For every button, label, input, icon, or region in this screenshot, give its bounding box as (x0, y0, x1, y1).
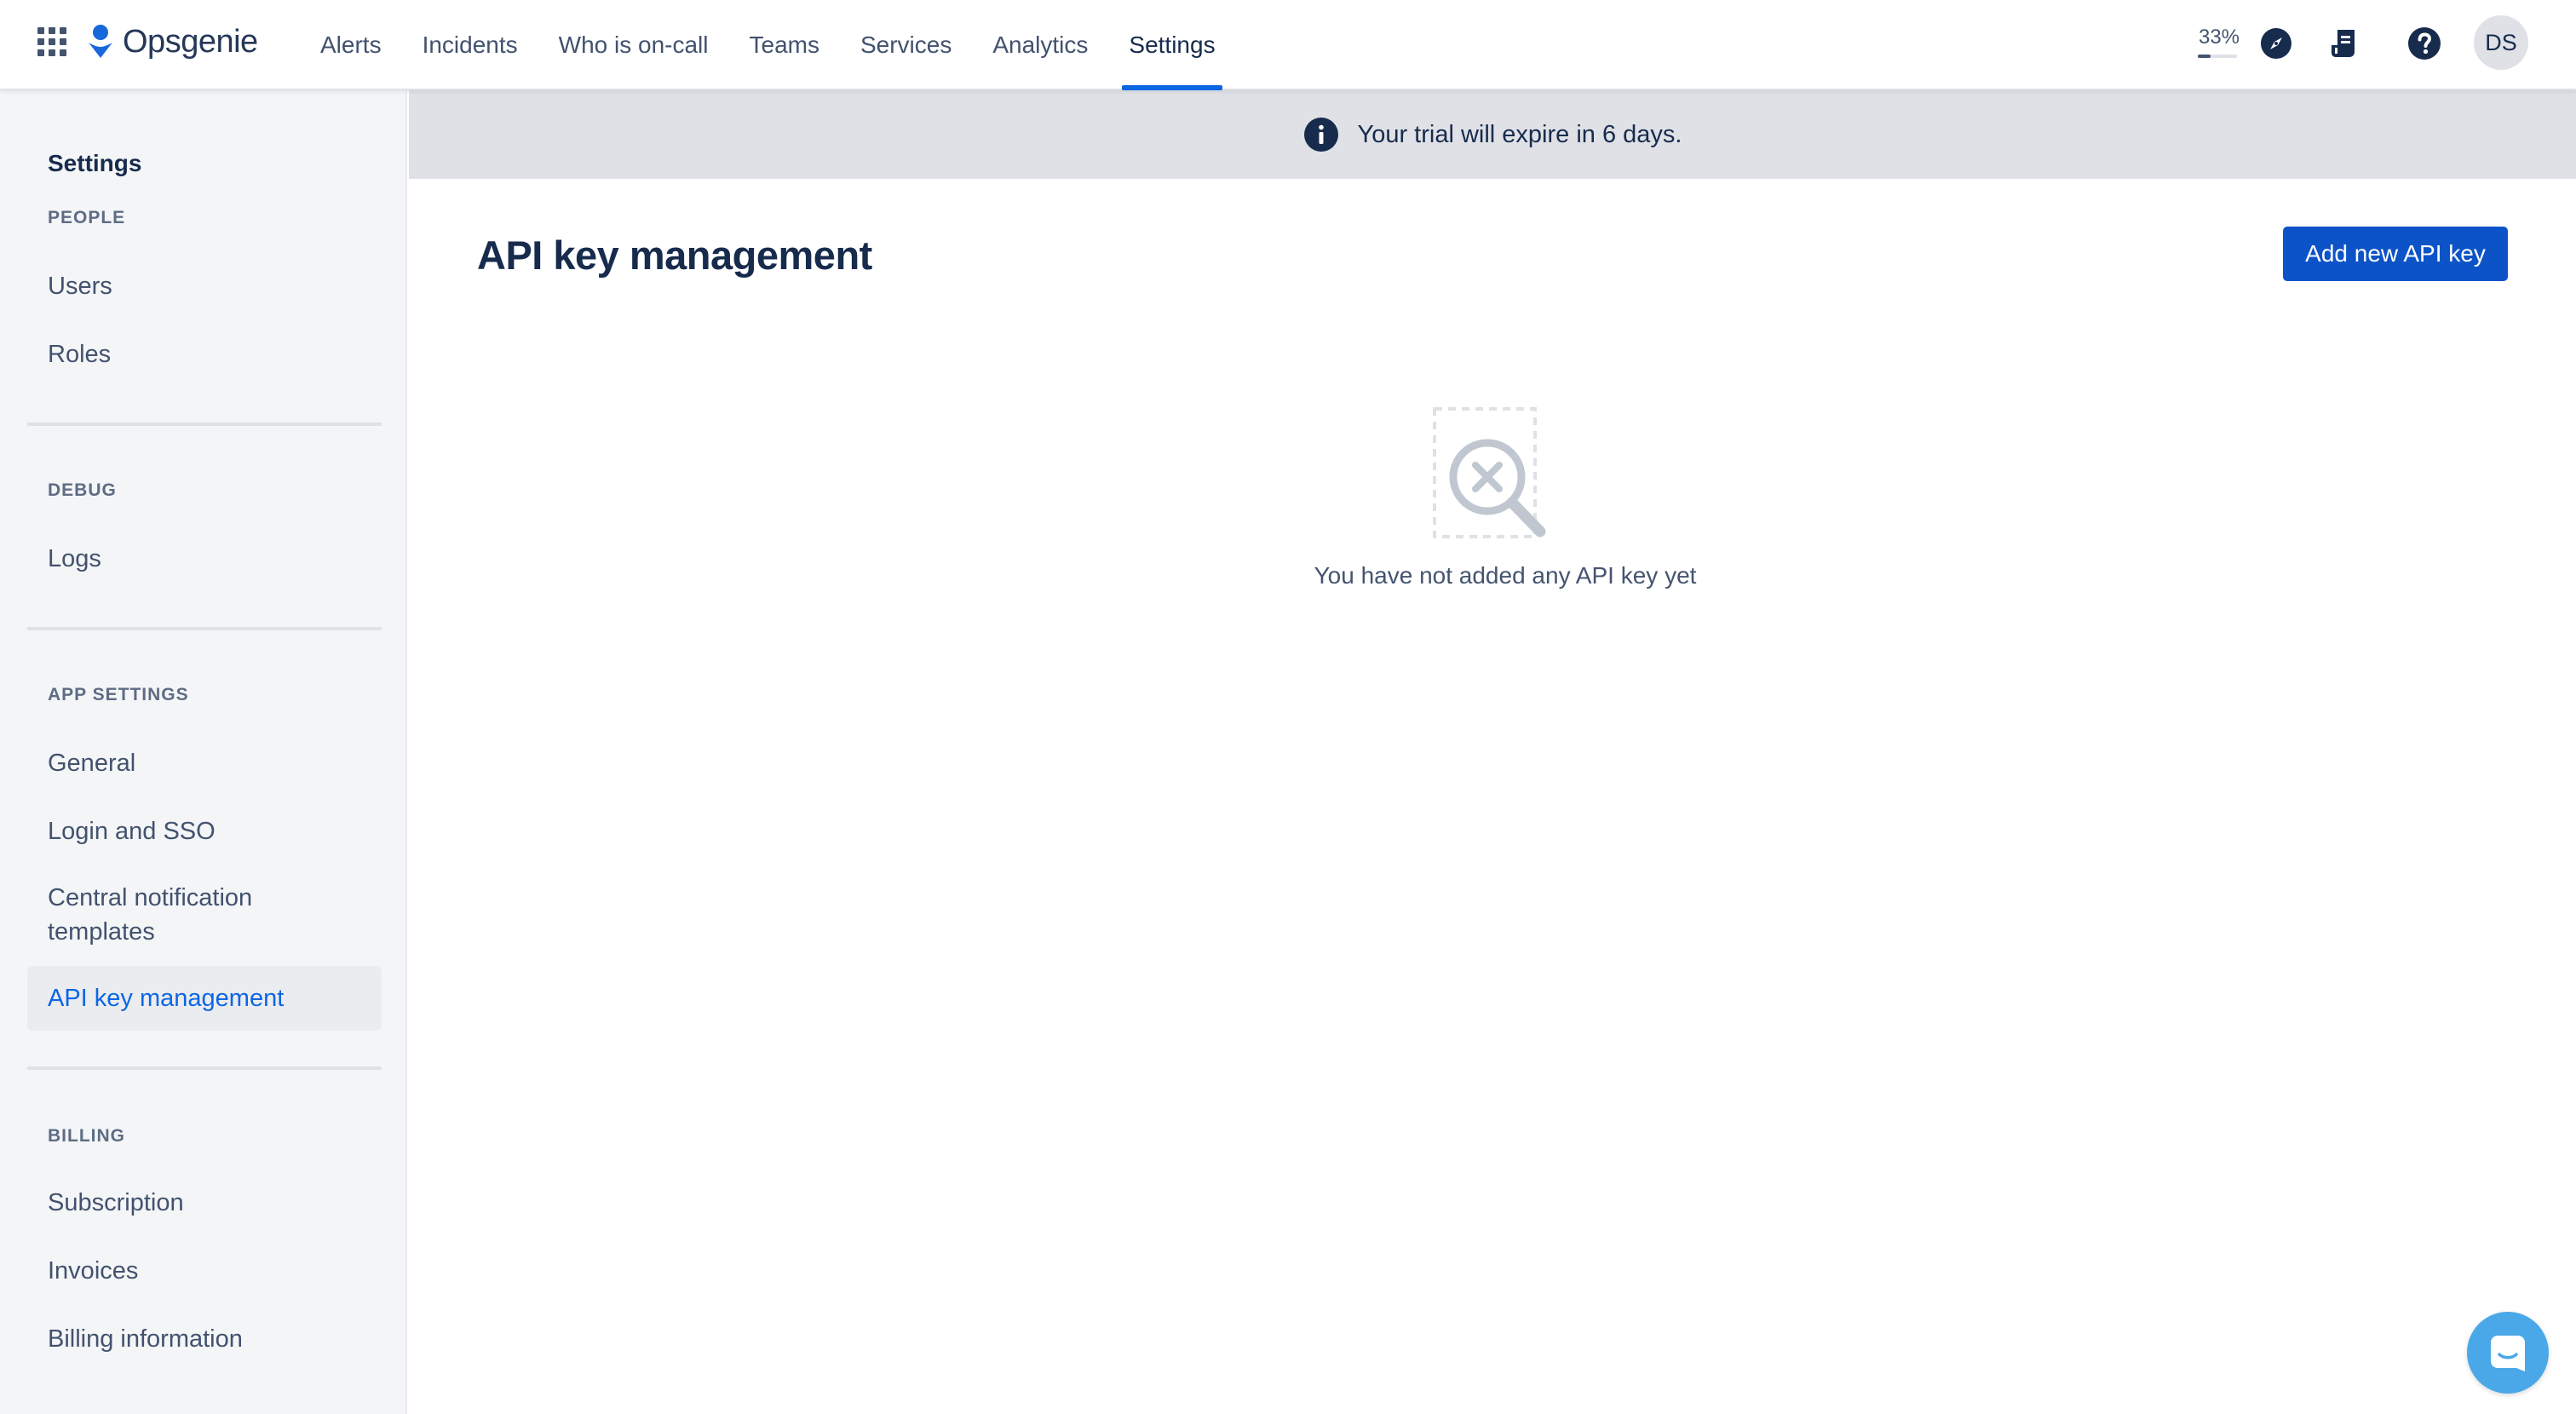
sidebar-item-subscription[interactable]: Subscription (27, 1170, 382, 1235)
main-nav-tabs: Alerts Incidents Who is on-call Teams Se… (300, 0, 1236, 90)
tab-incidents[interactable]: Incidents (402, 0, 538, 90)
sidebar-item-login-and-sso[interactable]: Login and SSO (27, 799, 382, 864)
sidebar-heading-debug: DEBUG (48, 480, 117, 500)
sidebar-item-users[interactable]: Users (27, 254, 382, 319)
sidebar-divider (27, 1066, 382, 1070)
sidebar-item-api-key-management[interactable]: API key management (27, 966, 382, 1031)
help-icon[interactable] (2407, 26, 2441, 60)
sidebar-item-general[interactable]: General (27, 731, 382, 796)
release-notes-icon[interactable] (2327, 26, 2361, 60)
sidebar-heading-billing: BILLING (48, 1126, 125, 1146)
progress-label: 33% (2198, 26, 2240, 49)
tab-alerts[interactable]: Alerts (300, 0, 402, 90)
tab-who-is-on-call[interactable]: Who is on-call (538, 0, 729, 90)
trial-banner-text: Your trial will expire in 6 days. (1357, 120, 1682, 148)
empty-state-message: You have not added any API key yet (1314, 562, 1697, 589)
tab-analytics[interactable]: Analytics (972, 0, 1108, 90)
app-name: Opsgenie (123, 23, 258, 60)
sidebar-title: Settings (48, 150, 142, 176)
sidebar-item-roles[interactable]: Roles (27, 322, 382, 387)
onboarding-progress[interactable]: 33% (2196, 26, 2242, 60)
chat-icon[interactable] (2467, 1312, 2549, 1394)
top-navigation: Opsgenie Alerts Incidents Who is on-call… (0, 0, 2576, 90)
opsgenie-logo-icon (89, 25, 112, 58)
compass-icon[interactable] (2259, 26, 2293, 60)
search-no-results-icon (1433, 407, 1546, 538)
sidebar-heading-people: PEOPLE (48, 208, 126, 227)
sidebar-heading-app-settings: APP SETTINGS (48, 685, 189, 704)
sidebar-item-invoices[interactable]: Invoices (27, 1239, 382, 1303)
progress-fill (2198, 55, 2211, 58)
page-title: API key management (477, 233, 872, 278)
sidebar-item-central-notification-templates[interactable]: Central notification templates (27, 881, 308, 949)
tab-teams[interactable]: Teams (729, 0, 840, 90)
add-new-api-key-button[interactable]: Add new API key (2283, 227, 2508, 281)
user-avatar[interactable]: DS (2474, 15, 2528, 70)
tab-settings[interactable]: Settings (1108, 0, 1235, 90)
progress-track (2198, 55, 2237, 58)
tab-services[interactable]: Services (840, 0, 972, 90)
sidebar-divider (27, 627, 382, 630)
sidebar-divider (27, 422, 382, 426)
app-switcher-icon[interactable] (37, 27, 70, 60)
sidebar-item-billing-information[interactable]: Billing information (27, 1307, 382, 1371)
trial-banner: Your trial will expire in 6 days. (409, 90, 2576, 179)
sidebar-item-logs[interactable]: Logs (27, 526, 382, 591)
opsgenie-logo[interactable]: Opsgenie (85, 20, 258, 63)
settings-sidebar: Settings PEOPLE Users Roles DEBUG Logs A… (0, 90, 407, 1414)
info-icon (1303, 118, 1338, 152)
